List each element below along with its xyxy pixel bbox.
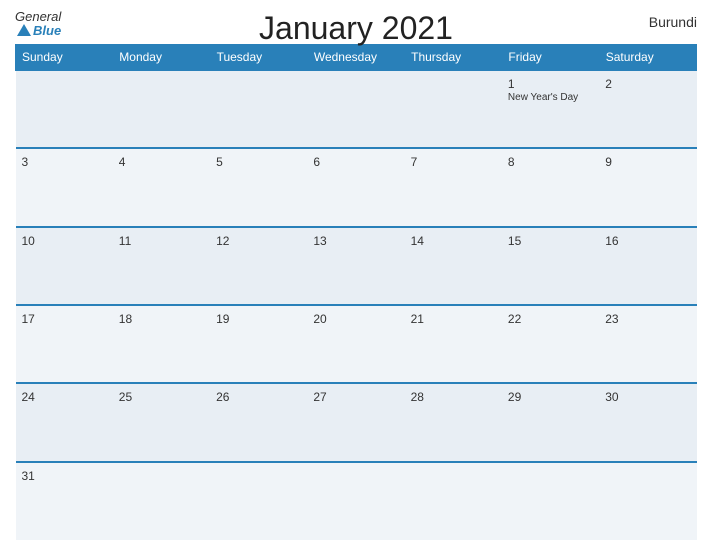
day-number: 13: [313, 234, 398, 248]
table-row: [210, 462, 307, 540]
day-number: 28: [411, 390, 496, 404]
day-number: 29: [508, 390, 593, 404]
table-row: 2: [599, 70, 696, 148]
table-row: 30: [599, 383, 696, 461]
day-number: 1: [508, 77, 593, 91]
day-number: 18: [119, 312, 204, 326]
logo-triangle-icon: [17, 24, 31, 36]
day-number: 31: [22, 469, 107, 483]
day-number: 27: [313, 390, 398, 404]
table-row: 21: [405, 305, 502, 383]
calendar-week-row: 1New Year's Day 2: [16, 70, 697, 148]
table-row: [307, 70, 404, 148]
header-sunday: Sunday: [16, 45, 113, 71]
table-row: 7: [405, 148, 502, 226]
day-number: 20: [313, 312, 398, 326]
table-row: 15: [502, 227, 599, 305]
table-row: 10: [16, 227, 113, 305]
logo-general-text: General: [15, 10, 61, 23]
table-row: 25: [113, 383, 210, 461]
header-monday: Monday: [113, 45, 210, 71]
header-friday: Friday: [502, 45, 599, 71]
table-row: [502, 462, 599, 540]
table-row: 18: [113, 305, 210, 383]
table-row: 11: [113, 227, 210, 305]
day-number: 3: [22, 155, 107, 169]
day-number: 4: [119, 155, 204, 169]
table-row: 6: [307, 148, 404, 226]
table-row: 22: [502, 305, 599, 383]
day-number: 11: [119, 234, 204, 248]
day-number: 26: [216, 390, 301, 404]
logo-blue-container: Blue: [15, 23, 61, 38]
table-row: 28: [405, 383, 502, 461]
day-number: 23: [605, 312, 690, 326]
table-row: 24: [16, 383, 113, 461]
table-row: 26: [210, 383, 307, 461]
table-row: 4: [113, 148, 210, 226]
day-number: 9: [605, 155, 690, 169]
logo: General Blue: [15, 10, 61, 38]
day-number: 15: [508, 234, 593, 248]
table-row: 1New Year's Day: [502, 70, 599, 148]
day-number: 16: [605, 234, 690, 248]
day-number: 19: [216, 312, 301, 326]
weekday-header-row: Sunday Monday Tuesday Wednesday Thursday…: [16, 45, 697, 71]
day-number: 14: [411, 234, 496, 248]
table-row: [405, 70, 502, 148]
day-event: New Year's Day: [508, 92, 593, 103]
table-row: 17: [16, 305, 113, 383]
day-number: 21: [411, 312, 496, 326]
day-number: 17: [22, 312, 107, 326]
day-number: 10: [22, 234, 107, 248]
day-number: 2: [605, 77, 690, 91]
table-row: [307, 462, 404, 540]
day-number: 6: [313, 155, 398, 169]
day-number: 12: [216, 234, 301, 248]
logo-blue-text: Blue: [33, 23, 61, 38]
table-row: 16: [599, 227, 696, 305]
calendar-header: General Blue January 2021 Burundi: [15, 10, 697, 38]
calendar-week-row: 3456789: [16, 148, 697, 226]
calendar-table: Sunday Monday Tuesday Wednesday Thursday…: [15, 44, 697, 540]
calendar-week-row: 24 25 26 27 28 29 30: [16, 383, 697, 461]
header-saturday: Saturday: [599, 45, 696, 71]
table-row: [599, 462, 696, 540]
table-row: 27: [307, 383, 404, 461]
table-row: 3: [16, 148, 113, 226]
day-number: 25: [119, 390, 204, 404]
header-wednesday: Wednesday: [307, 45, 404, 71]
day-number: 8: [508, 155, 593, 169]
table-row: [210, 70, 307, 148]
table-row: 5: [210, 148, 307, 226]
table-row: [16, 70, 113, 148]
calendar-week-row: 10 11 12 13 14 15 16: [16, 227, 697, 305]
country-label: Burundi: [649, 14, 697, 30]
table-row: 31: [16, 462, 113, 540]
table-row: 29: [502, 383, 599, 461]
table-row: 23: [599, 305, 696, 383]
header-tuesday: Tuesday: [210, 45, 307, 71]
table-row: [405, 462, 502, 540]
calendar-container: General Blue January 2021 Burundi Sunday…: [0, 0, 712, 550]
table-row: 12: [210, 227, 307, 305]
calendar-week-row: 31: [16, 462, 697, 540]
month-title: January 2021: [259, 10, 453, 47]
table-row: 9: [599, 148, 696, 226]
table-row: 8: [502, 148, 599, 226]
day-number: 5: [216, 155, 301, 169]
day-number: 30: [605, 390, 690, 404]
table-row: [113, 462, 210, 540]
header-thursday: Thursday: [405, 45, 502, 71]
day-number: 24: [22, 390, 107, 404]
table-row: [113, 70, 210, 148]
table-row: 19: [210, 305, 307, 383]
table-row: 14: [405, 227, 502, 305]
table-row: 20: [307, 305, 404, 383]
table-row: 13: [307, 227, 404, 305]
day-number: 22: [508, 312, 593, 326]
day-number: 7: [411, 155, 496, 169]
calendar-week-row: 17 18 19 20 21 22 23: [16, 305, 697, 383]
